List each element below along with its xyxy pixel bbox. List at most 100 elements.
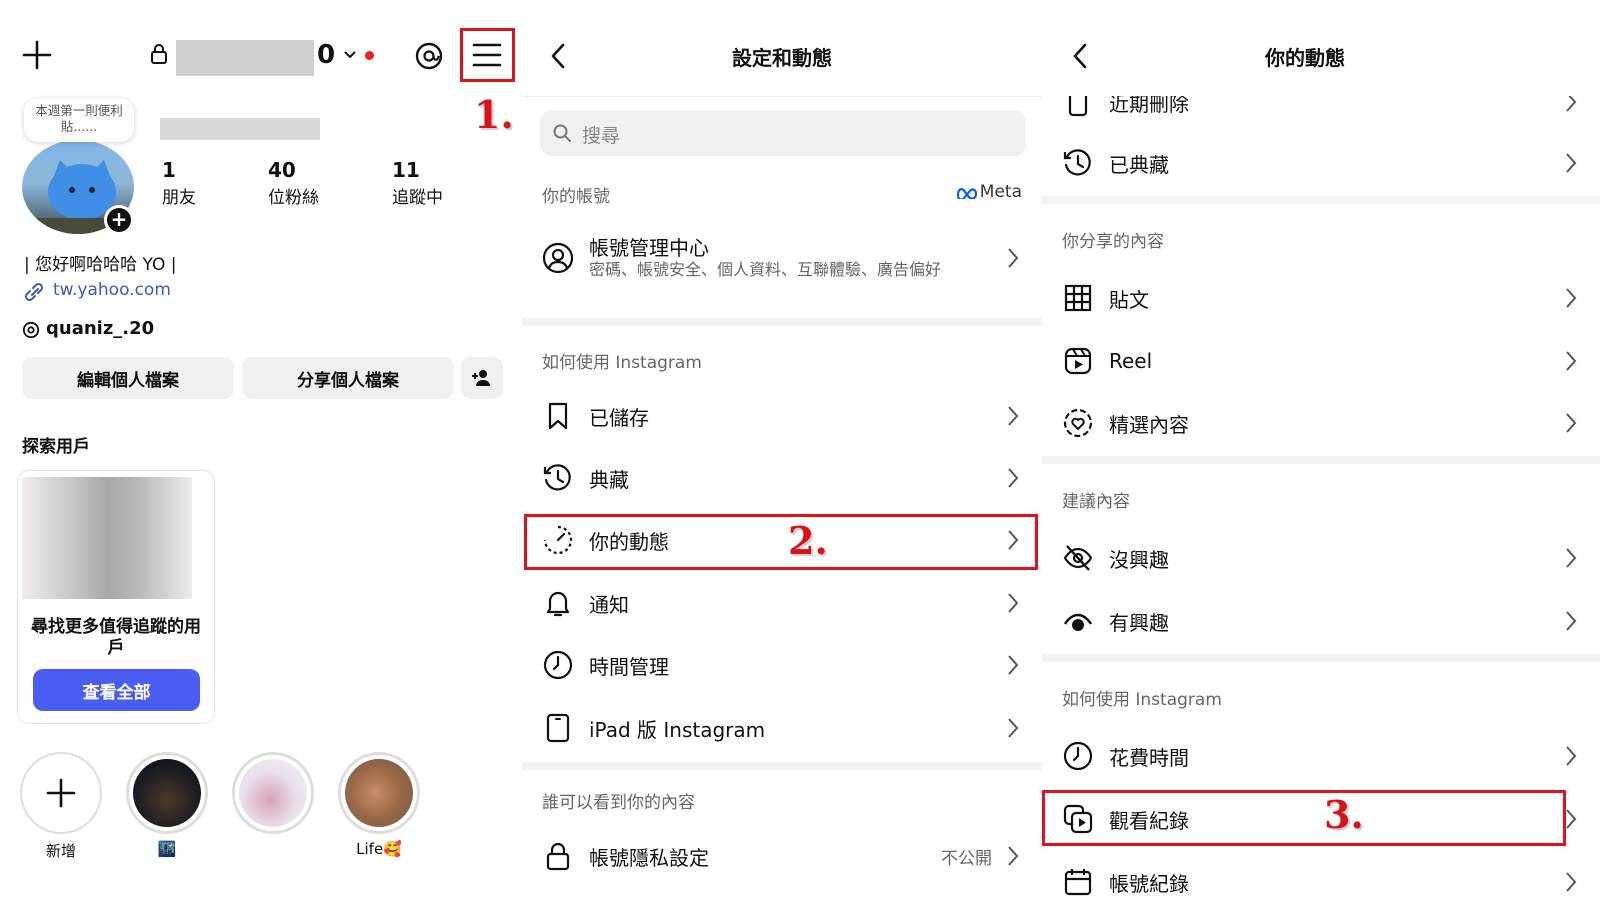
add-person-icon bbox=[472, 370, 490, 386]
step-3-label: 3. bbox=[1324, 792, 1364, 837]
clock-icon bbox=[543, 650, 573, 680]
chevron-down-icon[interactable] bbox=[343, 50, 357, 60]
following-count[interactable]: 11 bbox=[392, 158, 420, 182]
row-reel[interactable]: Reel bbox=[1042, 331, 1600, 391]
row-account-history[interactable]: 帳號紀錄 bbox=[1042, 852, 1600, 900]
section-how-to-use: 如何使用 Instagram bbox=[1062, 690, 1222, 710]
search-input[interactable]: 搜尋 bbox=[540, 110, 1026, 156]
section-suggested: 建議內容 bbox=[1062, 492, 1130, 512]
header-divider bbox=[522, 96, 1042, 97]
row-not-interested[interactable]: 沒興趣 bbox=[1042, 528, 1600, 588]
threads-handle[interactable]: quaniz_.20 bbox=[46, 318, 154, 339]
link-icon bbox=[22, 281, 46, 303]
section-your-account: 你的帳號 bbox=[542, 187, 610, 207]
tablet-icon bbox=[546, 713, 570, 743]
chevron-right-icon bbox=[1566, 809, 1577, 829]
highlights-icon bbox=[1063, 408, 1093, 438]
account-center-row[interactable]: 帳號管理中心 密碼、帳號安全、個人資料、互聯體驗、廣告偏好 bbox=[522, 226, 1042, 306]
create-plus-icon[interactable] bbox=[22, 40, 52, 70]
row-not-interested-label: 沒興趣 bbox=[1109, 547, 1169, 572]
highlight-phones[interactable] bbox=[232, 752, 314, 834]
followers-count[interactable]: 40 bbox=[268, 158, 296, 182]
calendar-icon bbox=[1064, 869, 1092, 896]
chevron-right-icon bbox=[1566, 351, 1577, 371]
row-time-spent[interactable]: 花費時間 bbox=[1042, 726, 1600, 786]
meta-label: Meta bbox=[979, 182, 1022, 202]
chevron-right-icon bbox=[1008, 846, 1019, 866]
row-account-privacy[interactable]: 帳號隱私設定 不公開 bbox=[522, 826, 1042, 886]
activity-highlight-box bbox=[524, 514, 1038, 570]
row-notifications[interactable]: 通知 bbox=[522, 573, 1042, 633]
reels-icon bbox=[1064, 347, 1092, 375]
section-divider bbox=[1042, 654, 1600, 662]
edit-profile-button[interactable]: 編輯個人檔案 bbox=[22, 357, 234, 399]
profile-panel: 0 1. 本週第一則便利貼...... + 1 朋友 40 位粉絲 11 追蹤中… bbox=[0, 0, 522, 900]
eye-icon bbox=[1063, 613, 1093, 631]
highlight-night[interactable] bbox=[126, 752, 208, 834]
row-saved[interactable]: 已儲存 bbox=[522, 386, 1042, 446]
search-placeholder: 搜尋 bbox=[582, 125, 621, 147]
chevron-right-icon bbox=[1566, 548, 1577, 568]
story-label-new: 新增 bbox=[45, 842, 76, 860]
row-time-spent-label: 花費時間 bbox=[1109, 745, 1189, 770]
display-name-redacted bbox=[160, 118, 320, 140]
username-redacted bbox=[176, 40, 314, 76]
suggested-user-photo-redacted bbox=[22, 477, 192, 599]
section-shared: 你分享的內容 bbox=[1062, 232, 1164, 252]
threads-icon[interactable] bbox=[414, 41, 444, 71]
row-archived-label: 已典藏 bbox=[1109, 152, 1169, 177]
row-time-management[interactable]: 時間管理 bbox=[522, 635, 1042, 695]
grid-icon bbox=[1064, 284, 1092, 312]
account-circle-icon bbox=[542, 242, 574, 274]
friends-label[interactable]: 朋友 bbox=[162, 183, 196, 208]
bookmark-icon bbox=[548, 402, 568, 430]
note-bubble[interactable]: 本週第一則便利貼...... bbox=[24, 98, 134, 142]
chevron-right-icon bbox=[1008, 655, 1019, 675]
row-interested-label: 有興趣 bbox=[1109, 610, 1169, 635]
row-ipad[interactable]: iPad 版 Instagram bbox=[522, 698, 1042, 758]
step-1-label: 1. bbox=[474, 92, 514, 137]
account-center-title: 帳號管理中心 bbox=[589, 236, 709, 260]
section-divider bbox=[522, 318, 1042, 326]
row-interested[interactable]: 有興趣 bbox=[1042, 591, 1600, 651]
followers-label[interactable]: 位粉絲 bbox=[268, 183, 319, 208]
following-label[interactable]: 追蹤中 bbox=[392, 183, 443, 208]
chevron-right-icon bbox=[1008, 406, 1019, 426]
row-posts[interactable]: 貼文 bbox=[1042, 268, 1600, 328]
privacy-value: 不公開 bbox=[941, 848, 992, 869]
account-center-subtitle: 密碼、帳號安全、個人資料、互聯體驗、廣告偏好 bbox=[589, 260, 942, 279]
notification-dot bbox=[365, 51, 374, 60]
row-ipad-label: iPad 版 Instagram bbox=[589, 717, 766, 742]
menu-hamburger-icon[interactable] bbox=[472, 42, 502, 68]
search-icon bbox=[553, 124, 571, 142]
meta-logo: Meta bbox=[956, 182, 1022, 202]
chevron-right-icon bbox=[1566, 746, 1577, 766]
highlight-life[interactable] bbox=[338, 752, 420, 834]
row-archive[interactable]: 典藏 bbox=[522, 448, 1042, 508]
see-all-button[interactable]: 查看全部 bbox=[33, 669, 200, 711]
add-story-plus-icon[interactable]: + bbox=[104, 205, 134, 235]
step-2-label: 2. bbox=[788, 518, 828, 563]
section-who-can-see: 誰可以看到你的內容 bbox=[542, 793, 695, 813]
section-divider bbox=[1042, 196, 1600, 204]
row-archived[interactable]: 已典藏 bbox=[1042, 133, 1600, 193]
chevron-right-icon bbox=[1566, 153, 1577, 173]
row-highlights[interactable]: 精選內容 bbox=[1042, 393, 1600, 453]
chevron-right-icon bbox=[1566, 288, 1577, 308]
private-lock-icon bbox=[150, 43, 168, 65]
chevron-right-icon bbox=[1566, 611, 1577, 631]
profile-link[interactable]: tw.yahoo.com bbox=[53, 280, 171, 300]
friends-count[interactable]: 1 bbox=[162, 158, 176, 182]
discover-card[interactable]: 尋找更多值得追蹤的用戶 查看全部 bbox=[17, 470, 215, 724]
add-person-button[interactable] bbox=[461, 357, 503, 399]
archive-history-icon bbox=[1063, 149, 1091, 176]
story-label-night: 🌃 bbox=[157, 840, 177, 858]
settings-panel: 設定和動態 搜尋 你的帳號 Meta 帳號管理中心 密碼、帳號安全、個人資料、互… bbox=[522, 0, 1042, 900]
row-time-management-label: 時間管理 bbox=[589, 654, 669, 679]
share-profile-button[interactable]: 分享個人檔案 bbox=[242, 357, 454, 399]
new-story-button[interactable] bbox=[20, 752, 102, 834]
your-activity-panel: 你的動態 近期刪除 你的動態 已典藏 你分享的內容 貼文 Reel 精選內容 建… bbox=[1042, 0, 1600, 900]
bell-icon bbox=[546, 591, 570, 617]
row-notifications-label: 通知 bbox=[589, 592, 629, 617]
row-account-history-label: 帳號紀錄 bbox=[1109, 871, 1189, 896]
